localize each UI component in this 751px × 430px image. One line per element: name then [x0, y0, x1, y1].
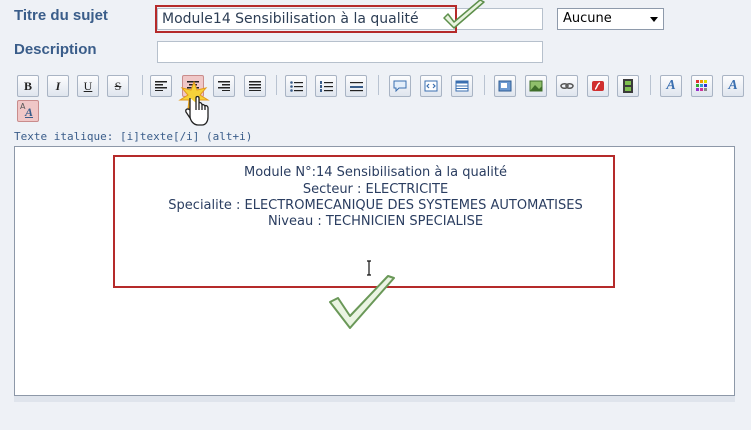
editor-line: Niveau : TECHNICIEN SPECIALISE — [267, 214, 484, 229]
toolbar-separator — [142, 75, 143, 95]
underline-icon: U — [83, 78, 93, 93]
bold-button[interactable]: B — [17, 75, 39, 97]
align-right-icon — [218, 81, 230, 91]
italic-button[interactable]: I — [47, 75, 69, 97]
strike-button[interactable]: S — [107, 75, 129, 97]
toolbar-separator — [276, 75, 277, 95]
video-icon — [623, 79, 633, 93]
hand-pointer-icon — [178, 80, 210, 126]
quote-button[interactable] — [389, 75, 411, 97]
quote-icon — [393, 80, 407, 92]
description-label: Description — [14, 41, 97, 58]
checkmark-icon — [443, 0, 485, 29]
horizontal-rule-button[interactable] — [345, 75, 367, 97]
horizontal-rule-icon — [349, 81, 363, 91]
font-size-button[interactable]: A — [722, 75, 744, 97]
image-icon — [529, 80, 543, 92]
message-editor[interactable]: Module N°:14 Sensibilisation à la qualit… — [14, 146, 735, 396]
underline-button[interactable]: U — [77, 75, 99, 97]
checkmark-icon — [329, 275, 395, 329]
flash-icon — [592, 81, 604, 91]
text-effect-icon: A A — [20, 102, 34, 119]
text-effect-button[interactable]: A A — [17, 100, 39, 122]
editor-line: Module N°:14 Sensibilisation à la qualit… — [243, 165, 507, 180]
toolbar-separator — [378, 75, 379, 95]
table-button[interactable] — [451, 75, 473, 97]
description-input[interactable] — [157, 41, 543, 63]
icon-select-value: Aucune — [563, 11, 612, 26]
italic-icon: I — [55, 78, 61, 93]
link-icon — [560, 82, 574, 90]
editor-scrollbar[interactable] — [14, 396, 735, 402]
bold-icon: B — [23, 78, 32, 93]
bullet-list-button[interactable] — [285, 75, 307, 97]
color-button[interactable] — [691, 75, 713, 97]
bullet-list-icon — [289, 80, 303, 92]
color-palette-icon — [696, 80, 707, 91]
toolbar-separator — [484, 75, 485, 95]
font-size-icon: A — [728, 78, 738, 93]
font-face-button[interactable]: A — [660, 75, 682, 97]
justify-icon — [249, 81, 261, 91]
numbered-list-button[interactable] — [315, 75, 337, 97]
font-face-icon: A — [666, 78, 676, 93]
code-button[interactable] — [420, 75, 442, 97]
video-button[interactable] — [617, 75, 639, 97]
editor-line: Specialite : ELECTROMECANIQUE DES SYSTEM… — [168, 198, 583, 213]
numbered-list-icon — [319, 80, 333, 92]
align-left-icon — [155, 81, 167, 91]
toolbar-separator — [650, 75, 651, 95]
image-host-button[interactable] — [494, 75, 516, 97]
align-right-button[interactable] — [213, 75, 235, 97]
justify-button[interactable] — [244, 75, 266, 97]
help-text: Texte italique: [i]texte[/i] (alt+i) — [14, 130, 253, 143]
editor-line: Secteur : ELECTRICITE — [302, 182, 449, 197]
table-icon — [455, 80, 469, 92]
caret-down-icon — [650, 17, 658, 22]
icon-select[interactable]: Aucune — [557, 8, 664, 30]
code-icon — [424, 80, 438, 92]
flash-button[interactable] — [587, 75, 609, 97]
image-button[interactable] — [525, 75, 547, 97]
align-left-button[interactable] — [150, 75, 172, 97]
link-button[interactable] — [556, 75, 578, 97]
title-label: Titre du sujet — [14, 7, 108, 24]
image-host-icon — [498, 80, 512, 92]
strike-icon: S — [114, 78, 122, 93]
